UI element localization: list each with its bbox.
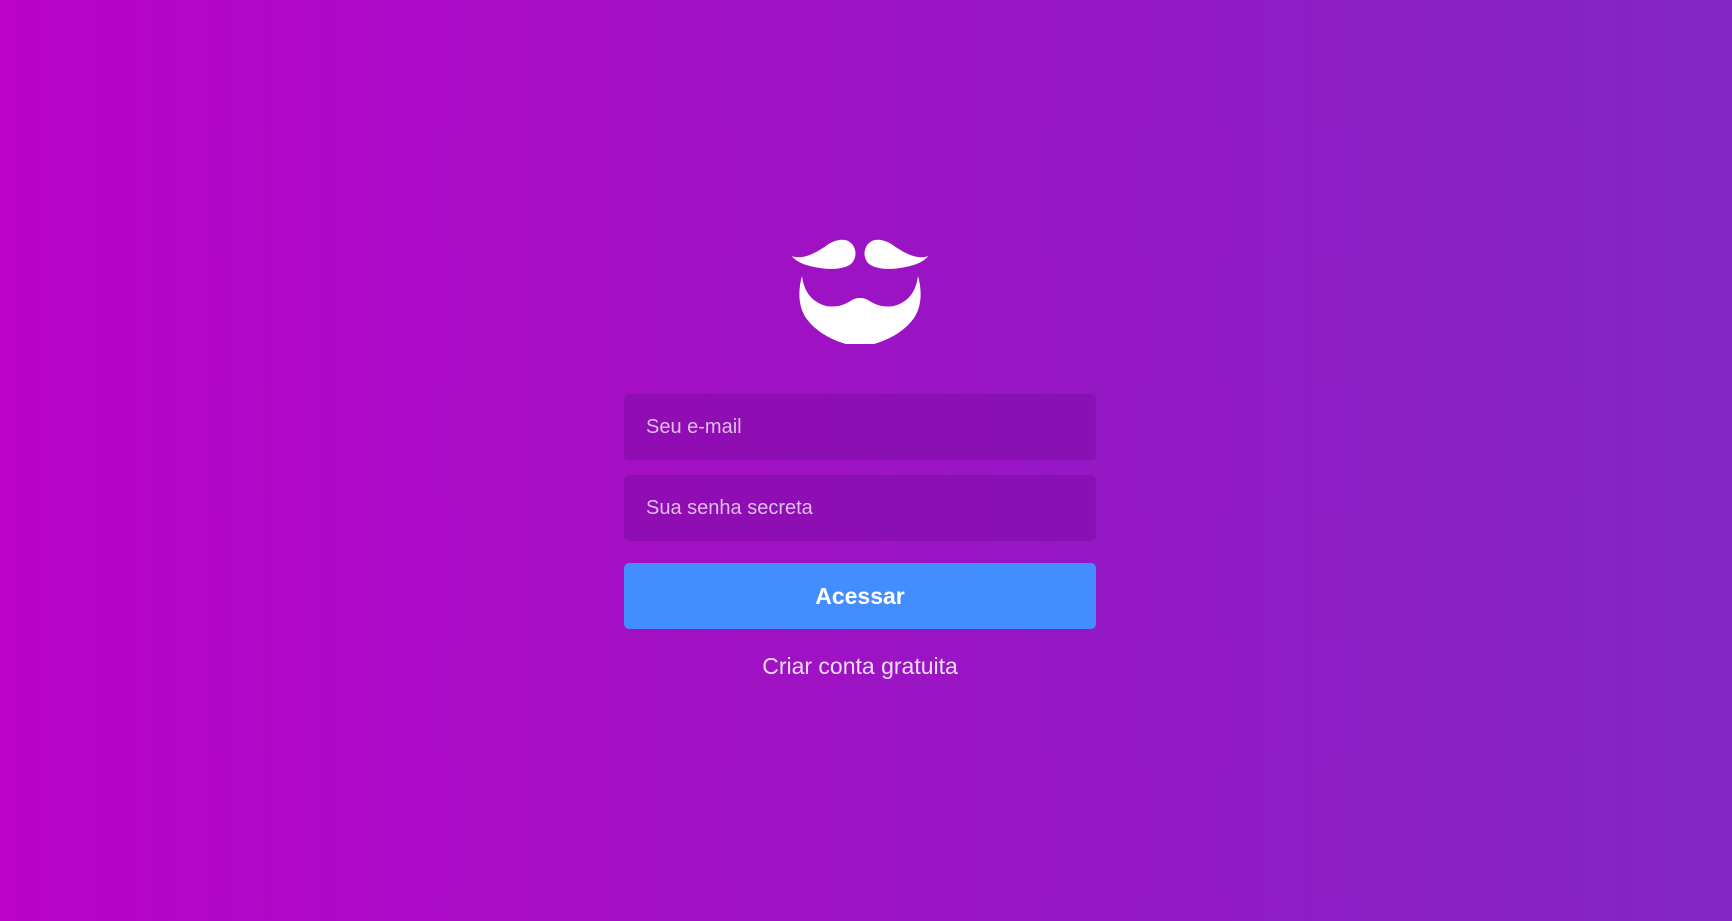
login-button[interactable]: Acessar	[624, 563, 1096, 629]
email-field[interactable]	[624, 394, 1096, 460]
beard-mustache-icon	[792, 239, 928, 344]
create-account-link[interactable]: Criar conta gratuita	[624, 653, 1096, 680]
password-field[interactable]	[624, 475, 1096, 541]
login-form: Acessar Criar conta gratuita	[624, 238, 1096, 680]
